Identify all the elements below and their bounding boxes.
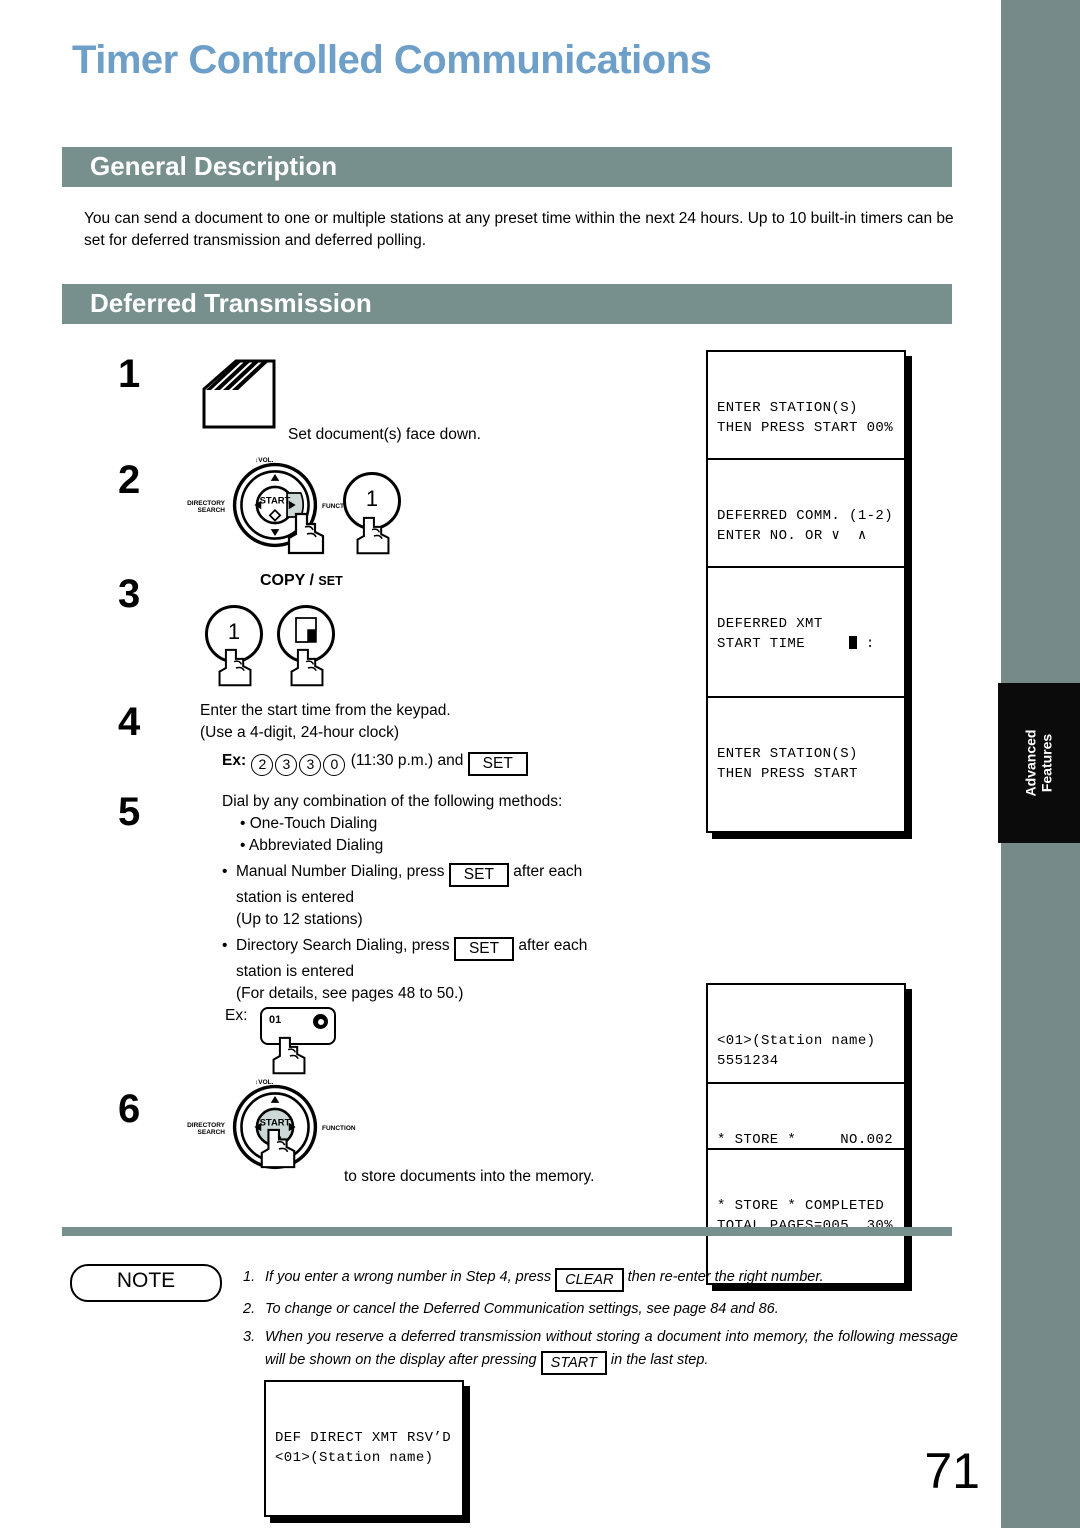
start-key[interactable]: START xyxy=(540,1350,607,1375)
step-number-1: 1 xyxy=(118,352,141,396)
step-5-bullet-directory-dialing: • Directory Search Dialing, press SET aft… xyxy=(222,937,588,1002)
section-band-deferred-transmission: Deferred Transmission xyxy=(62,284,952,324)
step-5-intro: Dial by any combination of the following… xyxy=(222,793,563,810)
example-label: Ex: xyxy=(222,752,247,769)
general-description-body: You can send a document to one or multip… xyxy=(84,210,954,250)
lcd-line-1: <01>(Station name) xyxy=(717,1032,876,1049)
lcd-line-1: DEFERRED COMM. (1-2) xyxy=(717,507,894,524)
side-tab-label: Advanced Features xyxy=(1022,729,1054,797)
finger-pointer-icon xyxy=(356,516,390,555)
note-text-tail: in the last step. xyxy=(610,1351,709,1368)
lcd-line-1: ENTER STATION(S) xyxy=(717,745,858,762)
step-6-caption: to store documents into the memory. xyxy=(344,1168,595,1185)
note-text: If you enter a wrong number in Step 4, p… xyxy=(265,1269,552,1285)
circled-digit-3a: 3 xyxy=(275,754,298,776)
note-index: 2. xyxy=(243,1301,256,1317)
note-index: 1. xyxy=(243,1269,256,1285)
lcd-display-enter-stations-2: ENTER STATION(S) THEN PRESS START xyxy=(706,696,906,833)
section-band-general-description: General Description xyxy=(62,147,952,187)
dial-vol-label: ↕VOL. xyxy=(255,1079,274,1086)
note-item-1: 1. If you enter a wrong number in Step 4… xyxy=(243,1266,958,1292)
side-tab-advanced-features: Advanced Features xyxy=(998,683,1080,843)
dial-directory-search-label: DIRECTORY SEARCH xyxy=(187,1122,225,1137)
set-key-manual-dialing[interactable]: SET xyxy=(448,863,509,887)
step-4-instruction: Enter the start time from the keypad. (U… xyxy=(200,700,670,744)
step-number-2: 2 xyxy=(118,458,141,502)
lcd-cursor-block xyxy=(849,635,858,649)
finger-pointer-icon xyxy=(287,512,325,555)
lcd-line-1: * STORE * COMPLETED xyxy=(717,1197,885,1214)
lcd-line-2: 5551234 xyxy=(717,1052,779,1069)
lcd-line-2: START TIME : xyxy=(717,635,875,652)
step-4-line-1: Enter the start time from the keypad. xyxy=(200,702,451,719)
one-touch-key-number: 01 xyxy=(269,1014,282,1026)
step-5-example-label: Ex: xyxy=(225,1007,248,1024)
section-heading-deferred-transmission: Deferred Transmission xyxy=(90,287,372,318)
circled-digit-3b: 3 xyxy=(299,754,322,776)
set-key-directory-dialing[interactable]: SET xyxy=(453,937,515,961)
circled-digit-2: 2 xyxy=(251,754,274,776)
finger-pointer-icon xyxy=(260,1128,296,1169)
svg-text:START: START xyxy=(260,495,291,506)
note-text: To change or cancel the Deferred Communi… xyxy=(265,1301,779,1317)
step-5-bullet-abbreviated: • Abbreviated Dialing xyxy=(240,837,384,854)
bullet-marker: • xyxy=(222,863,228,880)
lcd-line-1: DEFERRED XMT xyxy=(717,615,823,632)
finger-pointer-icon xyxy=(290,648,324,687)
set-key-step4[interactable]: SET xyxy=(467,752,528,776)
copy-page-icon xyxy=(295,617,317,643)
note-item-2: 2. To change or cancel the Deferred Comm… xyxy=(243,1298,958,1320)
step-number-4: 4 xyxy=(118,700,141,744)
circled-digit-0: 0 xyxy=(323,754,346,776)
lcd-line-2: THEN PRESS START 00% xyxy=(717,419,894,436)
lcd-display-store-completed: * STORE * COMPLETED TOTAL PAGES=005 30% xyxy=(706,1148,906,1285)
step-5-bullet-one-touch: • One-Touch Dialing xyxy=(240,815,378,832)
dial-directory-search-label: DIRECTORY SEARCH xyxy=(187,500,225,515)
lcd-line-1: ENTER STATION(S) xyxy=(717,399,858,416)
example-time-text: (11:30 p.m.) and xyxy=(350,752,464,769)
svg-text:START: START xyxy=(260,1117,291,1128)
section-divider-rule xyxy=(62,1227,952,1236)
clear-key[interactable]: CLEAR xyxy=(555,1268,624,1292)
lcd-display-deferred-xmt: DEFERRED XMT START TIME : xyxy=(706,566,906,703)
step-1-caption: Set document(s) face down. xyxy=(288,426,481,443)
page-title: Timer Controlled Communications xyxy=(72,38,712,82)
manual-page: Timer Controlled Communications General … xyxy=(0,0,1080,1528)
step-number-6: 6 xyxy=(118,1087,141,1131)
step-number-3: 3 xyxy=(118,572,141,616)
step-5-bullet-manual-dialing: • Manual Number Dialing, press SET after … xyxy=(222,863,583,928)
one-touch-indicator-icon xyxy=(313,1014,328,1029)
step-number-5: 5 xyxy=(118,790,141,834)
note-item-3: 3. When you reserve a deferred transmiss… xyxy=(243,1326,958,1375)
note-badge: NOTE xyxy=(70,1264,222,1302)
note-text-tail: then re-enter the right number. xyxy=(627,1269,824,1285)
lcd-line-2: <01>(Station name) xyxy=(275,1449,434,1466)
copy-set-label: COPY / SET xyxy=(260,572,343,589)
step-4-line-2: (Use a 4-digit, 24-hour clock) xyxy=(200,724,399,741)
finger-pointer-icon xyxy=(272,1036,306,1075)
lcd-line-2: ENTER NO. OR ∨ ∧ xyxy=(717,527,867,544)
lcd-line-2: THEN PRESS START xyxy=(717,765,858,782)
note-list: 1. If you enter a wrong number in Step 4… xyxy=(243,1266,958,1381)
section-heading-general-description: General Description xyxy=(90,150,338,181)
finger-pointer-icon xyxy=(218,648,252,687)
dial-vol-label: ↕VOL. xyxy=(255,457,274,464)
document-stack-icon xyxy=(202,359,276,429)
step-4-example: Ex: 2330 (11:30 p.m.) and SET xyxy=(222,750,682,776)
page-number: 71 xyxy=(924,1443,980,1499)
lcd-line-1: * STORE * NO.002 xyxy=(717,1131,894,1148)
note-index: 3. xyxy=(243,1329,256,1346)
dial-function-label: FUNCTION xyxy=(322,1125,356,1132)
lcd-line-1: DEF DIRECT XMT RSV’D xyxy=(275,1429,452,1446)
lcd-display-def-direct-xmt: DEF DIRECT XMT RSV’D <01>(Station name) xyxy=(264,1380,464,1517)
bullet-marker: • xyxy=(222,937,228,954)
